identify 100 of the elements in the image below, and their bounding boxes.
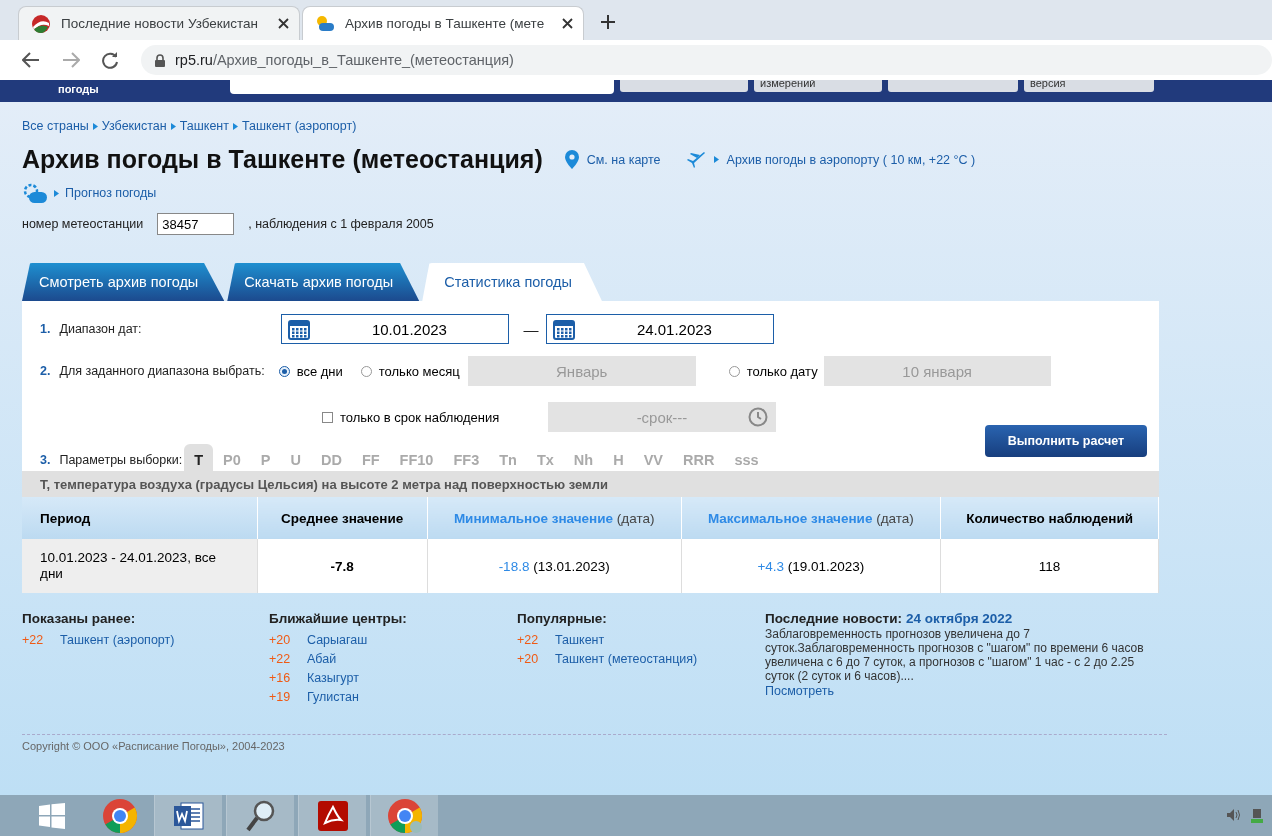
pdf-icon[interactable] (317, 800, 348, 831)
page-tab[interactable]: Скачать архив погоды (227, 263, 420, 301)
forward-icon[interactable] (62, 52, 80, 68)
city-link[interactable]: Гулистан (307, 690, 359, 704)
column-header: Максимальное значение (дата) (681, 497, 941, 539)
temperature: +22 (269, 652, 292, 666)
table-caption: T, температура воздуха (градусы Цельсия) на высоте 2 метра над поверхностью земли (22, 471, 1159, 497)
station-number-field[interactable]: 38457 (157, 213, 235, 235)
breadcrumb-link[interactable]: Ташкент (179, 119, 229, 133)
speaker-icon[interactable] (1226, 807, 1242, 822)
caret-icon (54, 189, 59, 197)
section-title: Ближайшие центры: (269, 611, 408, 626)
page-title: Архив погоды в Ташкенте (метеостанция) (22, 145, 543, 174)
radio-option[interactable]: только дату (728, 363, 818, 379)
browser-icon[interactable] (386, 797, 423, 834)
calendar-icon[interactable] (553, 318, 576, 340)
step-number: 3. (40, 453, 51, 467)
column-header: Количество наблюдений (940, 497, 1159, 539)
step-number: 2. (40, 364, 51, 378)
browser-icon[interactable] (102, 797, 138, 834)
radio-button[interactable] (728, 365, 740, 377)
date-separator: — (523, 320, 539, 338)
radio-option[interactable]: только месяц (360, 363, 460, 379)
browser-tab[interactable]: Архив погоды в Ташкенте (мете (302, 6, 584, 40)
magnifier-icon[interactable] (245, 799, 276, 832)
date-from-field[interactable]: 10.01.2023 (281, 314, 510, 344)
airplane-icon (686, 150, 706, 169)
forecast-link[interactable]: Прогноз погоды (65, 186, 157, 200)
temperature: +16 (269, 671, 292, 685)
page-tab[interactable]: Статистика погоды (422, 263, 602, 301)
taskbar-app[interactable] (154, 795, 222, 836)
temperature: +22 (517, 633, 540, 647)
day-field[interactable]: 10 января (823, 356, 1051, 386)
taskbar-app[interactable] (298, 795, 366, 836)
address-field[interactable]: rp5.ru/Архив_погоды_в_Ташкенте_(метеостанция) (141, 45, 1272, 75)
map-link[interactable]: См. на карте (586, 152, 661, 167)
table-cell: -18.8 (13.01.2023) (427, 539, 682, 593)
read-more-link[interactable]: Посмотреть (765, 684, 1175, 698)
word-icon[interactable] (172, 799, 205, 832)
city-link[interactable]: Ташкент (555, 633, 605, 647)
city-link[interactable]: Ташкент (метеостанция) (555, 652, 698, 666)
station-label: номер метеостанции (22, 217, 144, 231)
windows-icon[interactable] (39, 802, 65, 829)
cloud-sun-icon (315, 14, 335, 33)
logo-text[interactable]: погоды (58, 83, 230, 95)
temperature: +22 (22, 633, 45, 647)
taskbar-app[interactable] (370, 795, 438, 836)
caret-icon (233, 122, 238, 130)
month-field[interactable]: Январь (467, 356, 696, 386)
city-link[interactable]: Абай (307, 652, 337, 666)
news-date-link[interactable]: 24 октября 2022 (906, 611, 1013, 626)
map-pin-icon (564, 150, 579, 169)
tab-title: Архив погоды в Ташкенте (мете (345, 16, 546, 31)
temperature: +20 (269, 633, 292, 647)
new-tab-icon[interactable] (600, 14, 616, 30)
field-label: Диапазон дат: (59, 322, 143, 336)
clock-icon[interactable] (748, 407, 768, 427)
header-button[interactable]: версия (1024, 80, 1154, 92)
airport-archive-link[interactable]: Архив погоды в аэропорту ( 10 км, +22 °C ) (726, 152, 976, 167)
breadcrumb-link[interactable]: Узбекистан (101, 119, 167, 133)
close-icon[interactable] (278, 18, 289, 29)
step-number: 1. (40, 322, 51, 336)
calculate-button[interactable]: Выполнить расчет (985, 425, 1147, 457)
observations-note: , наблюдения с 1 февраля 2005 (248, 217, 434, 231)
section-title: Последние новости: (765, 611, 902, 626)
table-cell: 118 (940, 539, 1159, 593)
calendar-icon[interactable] (288, 318, 311, 340)
close-icon[interactable] (562, 18, 573, 29)
city-link[interactable]: Сарыагаш (307, 633, 368, 647)
table-cell: +4.3 (19.01.2023) (681, 539, 941, 593)
page-tab[interactable]: Смотреть архив погоды (22, 263, 225, 301)
taskbar-app[interactable] (226, 795, 294, 836)
back-icon[interactable] (22, 52, 40, 68)
breadcrumb-link[interactable]: Ташкент (аэропорт) (242, 119, 357, 133)
caret-icon (170, 122, 176, 130)
column-header: Среднее значение (257, 497, 428, 539)
radio-button[interactable] (360, 365, 372, 377)
table-cell: -7.8 (257, 539, 428, 593)
caret-icon (713, 156, 719, 163)
temperature: +20 (517, 652, 540, 666)
lock-icon (155, 53, 165, 67)
caret-icon (92, 122, 98, 130)
cloud-sun-icon (22, 182, 48, 204)
breadcrumb-link[interactable]: Все страны (22, 119, 89, 133)
temperature: +19 (269, 690, 292, 704)
news-text: Заблаговременность прогнозов увеличена до 7 суток.Заблаговременность прогнозов с "шагом" по времени 6 часов увеличена с 6 до 7 суток, а прогнозов с "шагом" 1 час - с 2 до 2.25 суток (2 суток и 6 часов).... (765, 627, 1145, 683)
term-checkbox[interactable]: только в срок наблюдения (322, 409, 548, 425)
section-title: Популярные: (517, 611, 608, 626)
date-to-field[interactable]: 24.01.2023 (546, 314, 775, 344)
network-icon[interactable] (1250, 807, 1264, 824)
term-field[interactable]: -срок--- (548, 402, 776, 432)
city-link[interactable]: Ташкент (аэропорт) (60, 633, 175, 647)
tab-title: Последние новости Узбекистан (61, 16, 260, 31)
reload-icon[interactable] (102, 51, 119, 69)
flag-icon (31, 13, 51, 34)
parameter-tab[interactable]: T (184, 444, 213, 471)
radio-button[interactable] (278, 365, 290, 377)
city-link[interactable]: Казыгурт (307, 671, 359, 685)
browser-tab[interactable]: Последние новости Узбекистан (18, 6, 300, 40)
radio-option[interactable]: все дни (278, 363, 343, 379)
